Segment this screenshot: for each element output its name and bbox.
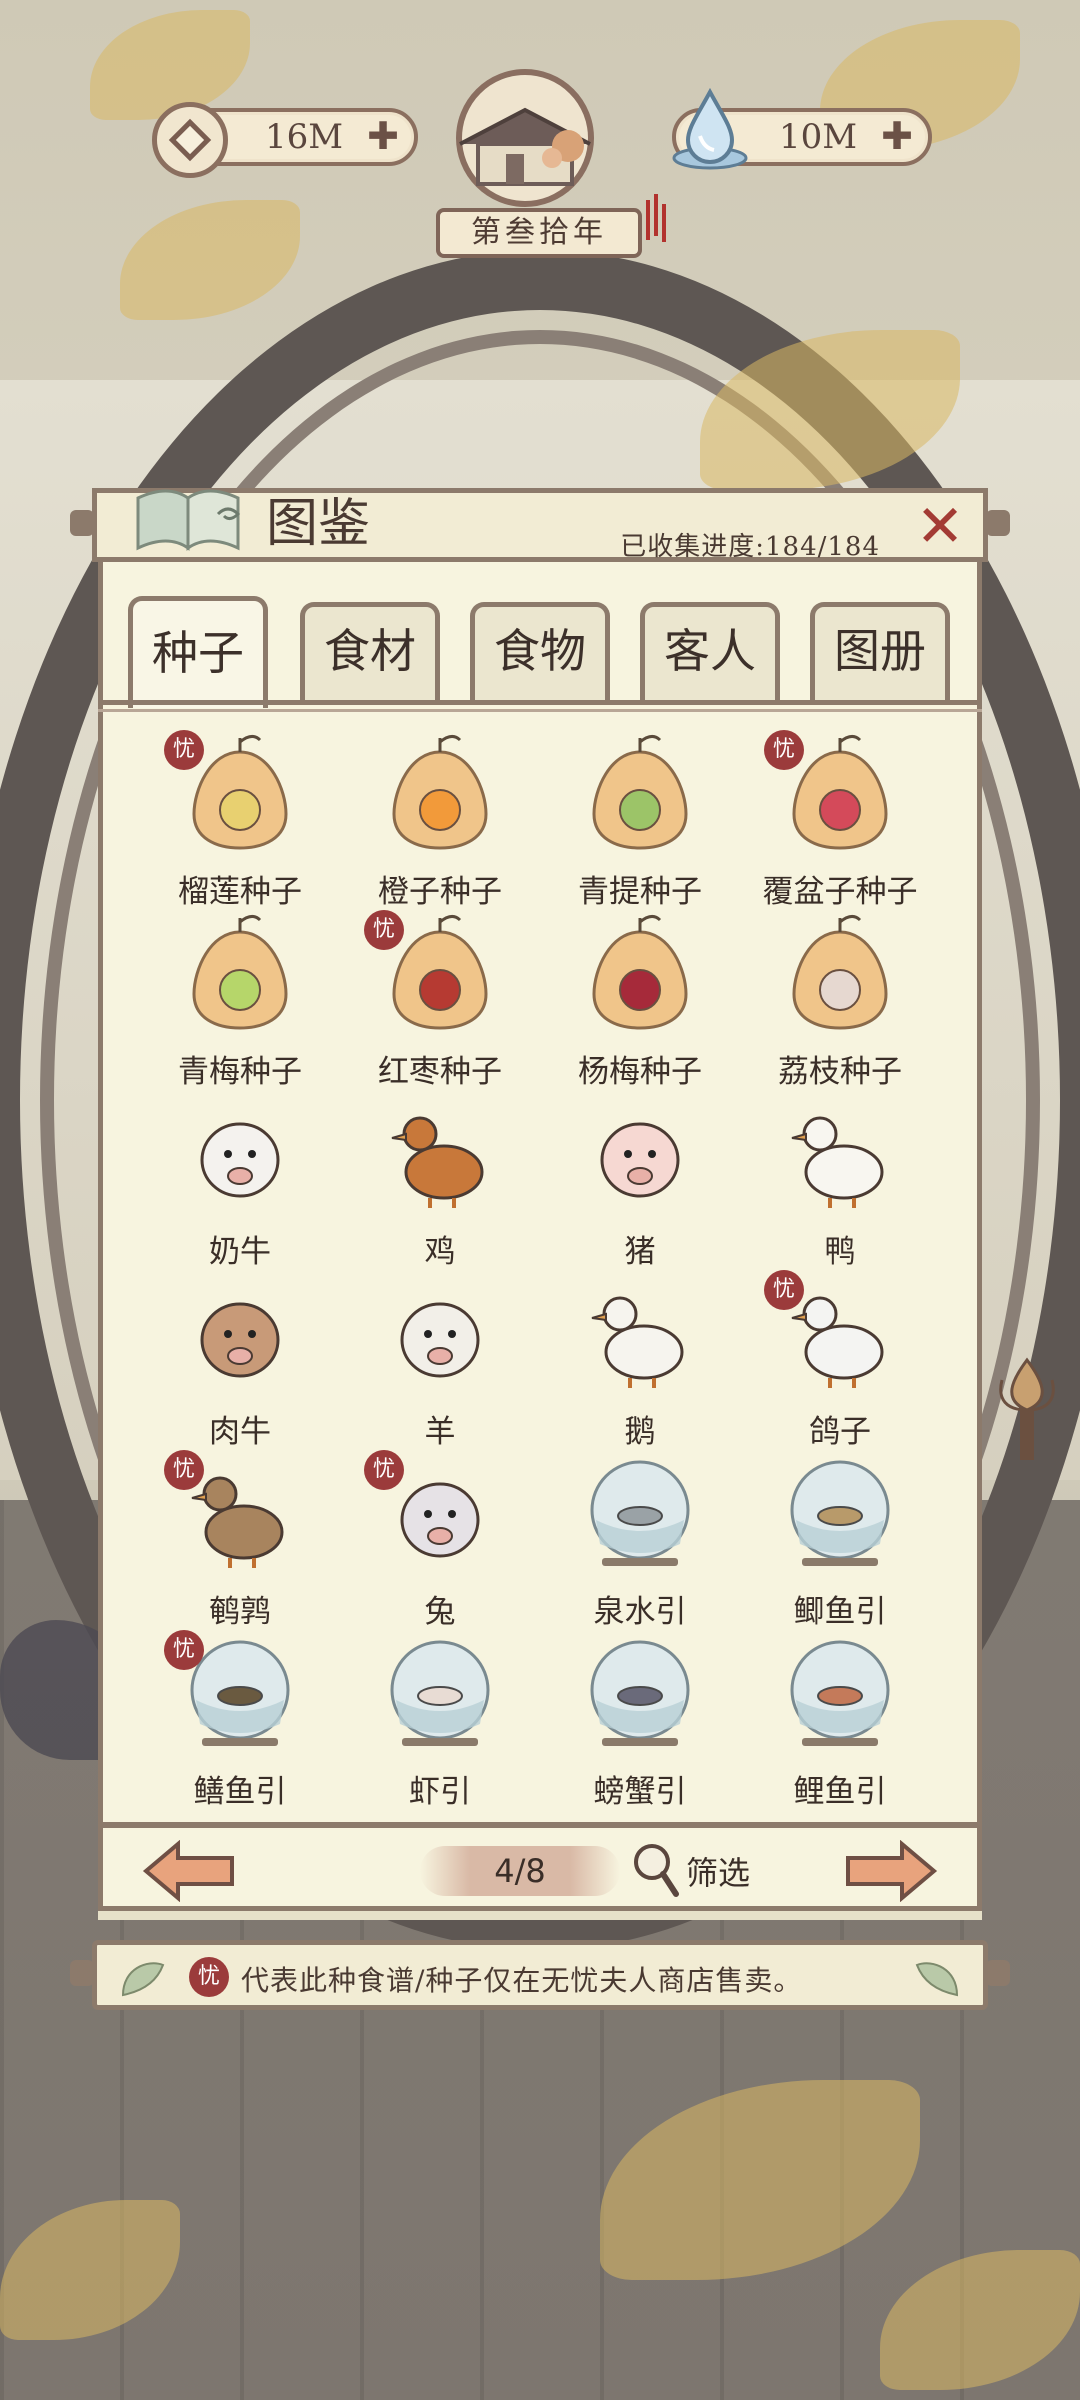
ginkgo-leaf-icon (915, 1962, 959, 1997)
grid-item-label: 鲤鱼引 (793, 1774, 887, 1810)
exclusive-badge-icon: 忧 (364, 910, 404, 950)
grid-item[interactable]: 忧覆盆子种子 (740, 720, 940, 910)
grid-item[interactable]: 青提种子 (540, 720, 740, 910)
goat-icon (400, 1302, 480, 1378)
pager-bar: 4/8 筛选 (98, 1828, 982, 1912)
exclusive-badge-icon: 忧 (364, 1450, 404, 1490)
ginkgo-leaf-icon (121, 1962, 165, 1997)
bayberry-seed-bag-icon (592, 915, 688, 1030)
grid-item[interactable]: 荔枝种子 (740, 900, 940, 1090)
crab-bowl-icon (590, 1640, 690, 1746)
exclusive-badge-icon: 忧 (164, 1450, 204, 1490)
next-page-arrow-icon[interactable] (844, 1840, 938, 1902)
tab-divider (98, 700, 982, 712)
note-rod-left (70, 1960, 94, 1986)
tab-guests[interactable]: 客人 (640, 602, 780, 702)
grid-item[interactable]: 螃蟹引 (540, 1620, 740, 1810)
grid-item[interactable]: 忧榴莲种子 (140, 720, 340, 910)
prev-page-arrow-icon[interactable] (142, 1840, 236, 1902)
grid-item-label: 虾引 (409, 1774, 471, 1810)
footnote-text: 代表此种食谱/种子仅在无忧夫人商店售卖。 (241, 1964, 803, 1997)
grid-item[interactable]: 忧鸽子 (740, 1260, 940, 1450)
grid-item[interactable]: 鲤鱼引 (740, 1620, 940, 1810)
add-water-plus-icon[interactable]: ✚ (878, 117, 916, 156)
ginkgo-leaf-decoration (120, 200, 300, 320)
tab-album[interactable]: 图册 (810, 602, 950, 702)
grid-item[interactable]: 鸡 (340, 1080, 540, 1270)
spring-water-bowl-icon (590, 1460, 690, 1566)
filter-label: 筛选 (686, 1854, 751, 1892)
grid-item[interactable]: 泉水引 (540, 1440, 740, 1630)
tab-ingredients[interactable]: 食材 (300, 602, 440, 702)
coin-value: 16M (264, 117, 344, 157)
grid-item[interactable]: 鸭 (740, 1080, 940, 1270)
tab-dishes[interactable]: 食物 (470, 602, 610, 702)
grid-item[interactable]: 鲫鱼引 (740, 1440, 940, 1630)
magnifier-icon (634, 1844, 679, 1897)
grid-item-label: 鳝鱼引 (193, 1774, 287, 1810)
grid-item[interactable]: 橙子种子 (340, 720, 540, 910)
grid-item[interactable]: 杨梅种子 (540, 900, 740, 1090)
grid-item[interactable]: 鹅 (540, 1260, 740, 1450)
close-x-icon[interactable]: ✕ (912, 497, 968, 556)
ginkgo-leaf-decoration (90, 10, 250, 120)
lychee-seed-bag-icon (792, 915, 888, 1030)
scroll-rod-right (986, 510, 1010, 536)
filter-button[interactable]: 筛选 (630, 1838, 780, 1902)
grid-item[interactable]: 忧兔 (340, 1440, 540, 1630)
panel-title: 图鉴 (266, 494, 371, 554)
grid-item[interactable]: 忧鹌鹑 (140, 1440, 340, 1630)
coin-icon (152, 102, 228, 178)
beef-cattle-icon (200, 1302, 280, 1378)
category-tabs: 种子 食材 食物 客人 图册 (128, 596, 988, 712)
grid-item-label: 螃蟹引 (593, 1774, 687, 1810)
coin-counter[interactable]: 16M ✚ (152, 102, 418, 178)
exclusive-badge-icon: 忧 (164, 1630, 204, 1670)
grid-item[interactable]: 青梅种子 (140, 900, 340, 1090)
crucian-carp-bowl-icon (790, 1460, 890, 1566)
shrimp-bowl-icon (390, 1640, 490, 1746)
exclusive-badge-icon: 忧 (189, 1957, 229, 1997)
house-emblem-icon (456, 69, 594, 207)
grid-item[interactable]: 忧红枣种子 (340, 900, 540, 1090)
dairy-cow-icon (200, 1122, 280, 1198)
green-plum-seed-bag-icon (192, 915, 288, 1030)
collection-progress: 已收集进度:184/184 (620, 532, 880, 562)
grid-item[interactable]: 肉牛 (140, 1260, 340, 1450)
chicken-icon (391, 1116, 484, 1208)
grid-item[interactable]: 猪 (540, 1080, 740, 1270)
water-drop-icon (672, 87, 748, 170)
exclusive-badge-icon: 忧 (764, 730, 804, 770)
page-indicator: 4/8 (420, 1846, 620, 1896)
scroll-icon (136, 489, 241, 551)
pig-icon (600, 1122, 680, 1198)
lotus-lamp-icon (999, 1357, 1055, 1460)
shop-exclusive-note: 忧 代表此种食谱/种子仅在无忧夫人商店售卖。 (92, 1940, 988, 2010)
duck-icon (791, 1116, 884, 1208)
orange-seed-bag-icon (392, 735, 488, 850)
year-banner: 第叁拾年 (436, 208, 642, 258)
exclusive-badge-icon: 忧 (164, 730, 204, 770)
grid-item[interactable]: 奶牛 (140, 1080, 340, 1270)
panel-bottom-edge (98, 1906, 982, 1920)
exclusive-badge-icon: 忧 (764, 1270, 804, 1310)
carp-bowl-icon (790, 1640, 890, 1746)
note-rod-right (986, 1960, 1010, 1986)
water-counter[interactable]: 10M ✚ (672, 87, 932, 170)
water-value: 10M (778, 117, 858, 157)
goose-icon (591, 1296, 684, 1388)
grid-item[interactable]: 忧鳝鱼引 (140, 1620, 340, 1810)
green-grape-seed-bag-icon (592, 735, 688, 850)
year-mark-icon (646, 194, 666, 242)
add-coins-plus-icon[interactable]: ✚ (364, 117, 402, 156)
grid-item[interactable]: 虾引 (340, 1620, 540, 1810)
scroll-rod-left (70, 510, 94, 536)
tab-seeds[interactable]: 种子 (128, 596, 268, 708)
grid-item[interactable]: 羊 (340, 1260, 540, 1450)
